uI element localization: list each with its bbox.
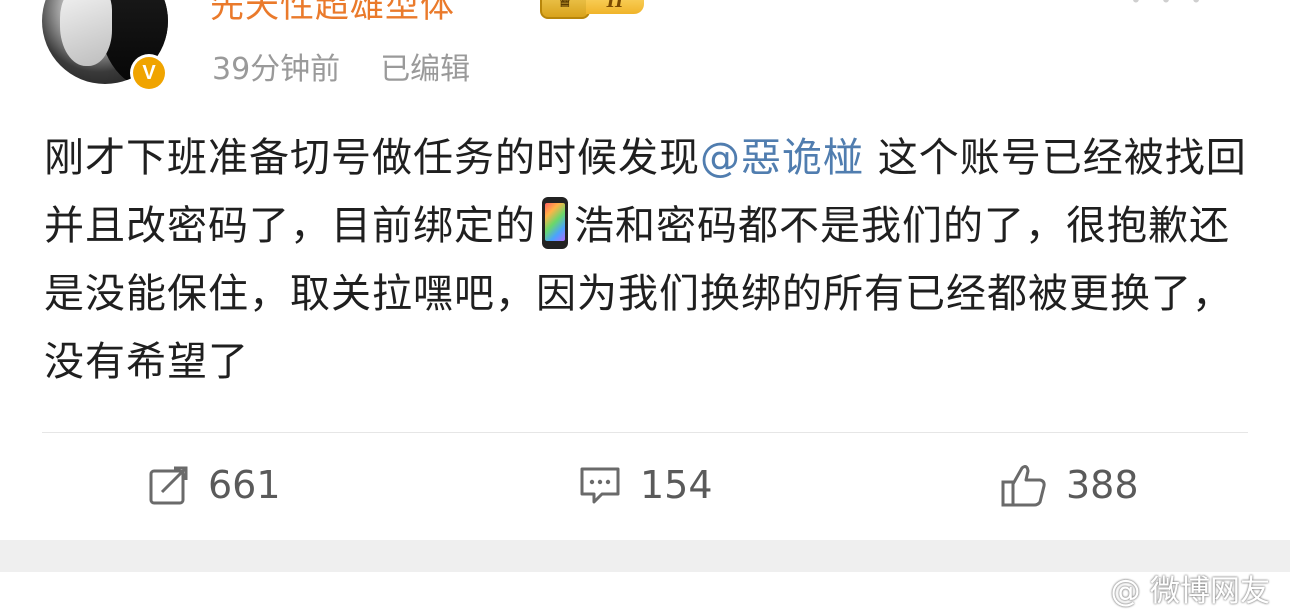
avatar-face [60, 0, 112, 66]
vip-badge[interactable]: ♛ II [540, 0, 652, 19]
comment-button[interactable]: 154 [578, 458, 713, 512]
mobile-phone-icon [542, 197, 568, 249]
comment-icon [580, 467, 620, 504]
verified-badge-icon: V [130, 54, 168, 92]
repost-button[interactable]: 661 [148, 458, 281, 512]
footer-separator [0, 540, 1290, 572]
edited-label[interactable]: 已编辑 [380, 52, 470, 87]
repost-icon [149, 466, 188, 505]
post-body: 刚才下班准备切号做任务的时候发现@惡诡椪 这个账号已经被找回并且改密码了，目前绑… [44, 124, 1259, 396]
repost-count: 661 [208, 463, 281, 507]
post-text-segment: 刚才下班准备切号做任务的时候发现 [44, 135, 700, 181]
thumbs-up-icon [1001, 465, 1046, 507]
author-name[interactable]: 先天性超雄型体 [210, 0, 455, 27]
comment-count: 154 [640, 463, 713, 507]
mention-link[interactable]: @惡诡椪 [700, 135, 864, 181]
vip-level: II [586, 0, 644, 14]
more-menu-icon[interactable]: • • • [1130, 0, 1240, 12]
like-count: 388 [1066, 463, 1139, 507]
post-time: 39分钟前 [212, 52, 341, 87]
like-button[interactable]: 388 [1000, 458, 1139, 512]
watermark: @ 微博网友 [1110, 574, 1270, 609]
post-meta: 39分钟前 已编辑 [212, 44, 470, 88]
crown-icon: ♛ [540, 0, 590, 19]
divider [42, 432, 1248, 433]
